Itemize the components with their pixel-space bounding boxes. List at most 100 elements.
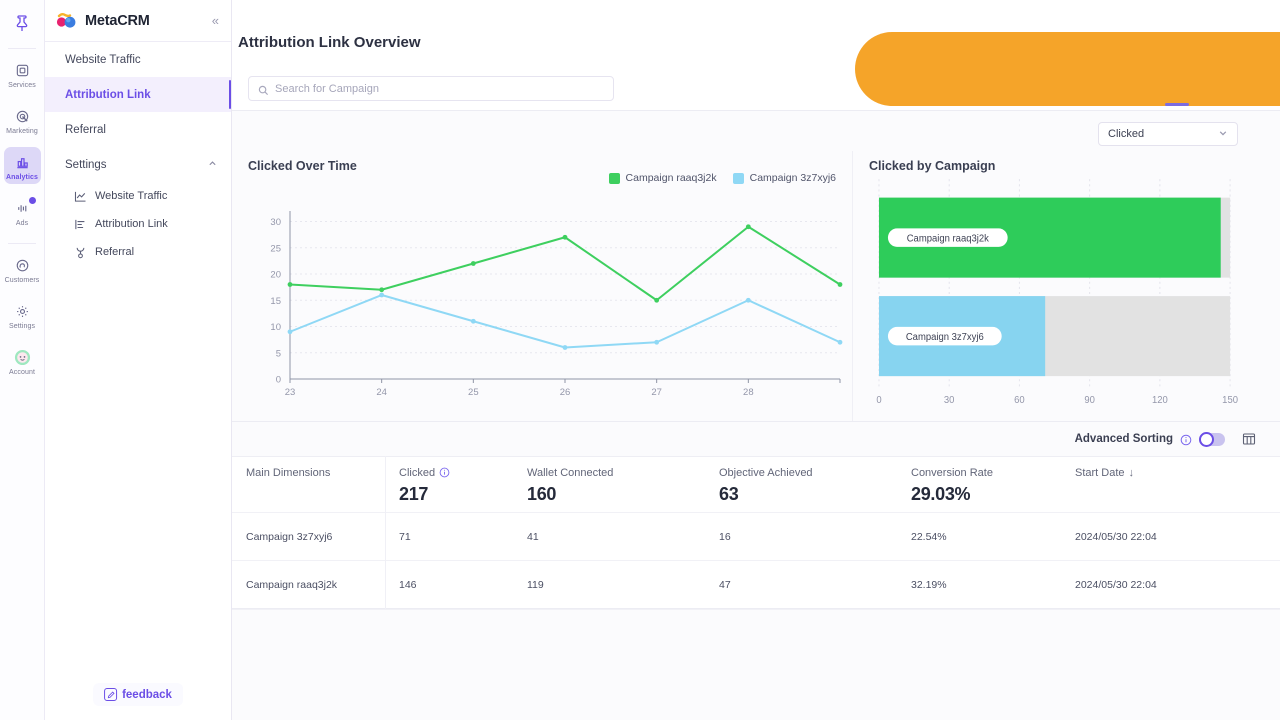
table-header-cell-start-date[interactable]: Start Date ↓ xyxy=(1061,457,1280,512)
analytics-bar-icon xyxy=(13,153,32,172)
svg-text:90: 90 xyxy=(1084,395,1095,406)
svg-text:15: 15 xyxy=(270,296,281,307)
columns-table-icon[interactable] xyxy=(1242,432,1256,446)
rail-divider-2 xyxy=(8,243,36,244)
app-root: Services Marketing Analytics Ads Custome… xyxy=(0,0,1280,720)
sidebar: MetaCRM « Website Traffic Attribution Li… xyxy=(45,0,232,720)
legend-item-0[interactable]: Campaign raaq3j2k xyxy=(608,172,717,184)
search-campaign-box[interactable] xyxy=(248,76,614,101)
table-header-cell-conversion[interactable]: Conversion Rate 29.03% xyxy=(897,457,1061,512)
svg-text:150: 150 xyxy=(1222,395,1238,406)
analytics-panel: Clicked Clicked Over Time Campaign raaq3… xyxy=(232,110,1280,720)
metric-select-row: Clicked xyxy=(232,111,1280,151)
column-label: Start Date xyxy=(1075,467,1125,479)
brand-name: MetaCRM xyxy=(85,12,150,29)
line-chart-legend: Campaign raaq3j2k Campaign 3z7xyj6 xyxy=(608,172,836,184)
rail-logo-icon[interactable] xyxy=(8,8,36,40)
sidebar-subitem-label: Referral xyxy=(95,246,135,258)
promo-banner[interactable] xyxy=(855,32,1280,106)
bar-chart-plot: 0 30 60 90 120 150 Campaign raaq3j2k Campaign 3… xyxy=(869,173,1264,411)
svg-text:10: 10 xyxy=(270,322,281,333)
sidebar-group-settings[interactable]: Settings xyxy=(45,147,231,182)
svg-text:27: 27 xyxy=(651,387,662,398)
column-label: Wallet Connected xyxy=(527,467,614,479)
svg-text:Campaign 3z7xyj6: Campaign 3z7xyj6 xyxy=(906,332,984,343)
column-total: 63 xyxy=(719,484,739,504)
arrow-down-icon[interactable]: ↓ xyxy=(1129,467,1135,479)
svg-text:30: 30 xyxy=(944,395,955,406)
table-bottom-divider xyxy=(232,608,1280,609)
column-total: 29.03% xyxy=(911,484,971,504)
advanced-sorting-toggle[interactable] xyxy=(1199,431,1225,447)
rail-item-ads[interactable]: Ads xyxy=(4,193,41,230)
rail-label: Marketing xyxy=(6,128,38,135)
legend-swatch xyxy=(608,172,620,184)
info-circle-icon[interactable] xyxy=(439,467,451,479)
bar-chart-icon xyxy=(74,218,87,231)
settings-gear-icon xyxy=(13,302,32,321)
advanced-sorting-bar: Advanced Sorting xyxy=(232,422,1280,456)
cell-objective: 47 xyxy=(719,578,731,591)
rail-item-settings[interactable]: Settings xyxy=(4,296,41,333)
metric-select-value: Clicked xyxy=(1108,128,1145,140)
cell-objective: 16 xyxy=(719,530,731,543)
rail-label: Services xyxy=(8,82,36,89)
chevron-up-icon[interactable] xyxy=(208,159,217,170)
services-icon xyxy=(13,61,32,80)
svg-text:24: 24 xyxy=(376,387,387,398)
sidebar-item-attribution-link[interactable]: Attribution Link xyxy=(45,77,231,112)
svg-text:0: 0 xyxy=(876,395,881,406)
legend-swatch xyxy=(732,172,744,184)
rail-item-customers[interactable]: Customers xyxy=(4,250,41,287)
svg-text:30: 30 xyxy=(270,217,281,228)
chevron-down-icon[interactable] xyxy=(1218,128,1228,141)
info-circle-icon[interactable] xyxy=(1180,433,1192,446)
legend-item-1[interactable]: Campaign 3z7xyj6 xyxy=(732,172,836,184)
rail-item-account[interactable]: Account xyxy=(4,342,41,379)
sidebar-item-label: Referral xyxy=(65,123,106,136)
feedback-button[interactable]: feedback xyxy=(93,683,183,706)
svg-text:20: 20 xyxy=(270,270,281,281)
search-input[interactable] xyxy=(275,82,604,95)
rail-label: Account xyxy=(9,369,35,376)
banner-indicator xyxy=(1165,103,1189,106)
metacrm-logo-icon xyxy=(55,12,81,30)
bar-chart-title: Clicked by Campaign xyxy=(869,159,996,173)
legend-label: Campaign 3z7xyj6 xyxy=(749,172,836,184)
attribution-table: Main Dimensions Clicked 217 Wallet Conne… xyxy=(232,456,1280,609)
main-content: Attribution Link Overview Clicked xyxy=(232,0,1280,720)
sidebar-group-label: Settings xyxy=(65,158,107,171)
table-row[interactable]: Campaign 3z7xyj6 71 41 16 22.54% 2024/05… xyxy=(232,512,1280,560)
svg-text:0: 0 xyxy=(276,375,281,386)
legend-label: Campaign raaq3j2k xyxy=(625,172,717,184)
cell-start-date: 2024/05/30 22:04 xyxy=(1075,530,1157,543)
customers-icon xyxy=(13,256,32,275)
svg-text:25: 25 xyxy=(270,243,281,254)
svg-text:25: 25 xyxy=(468,387,479,398)
rail-item-marketing[interactable]: Marketing xyxy=(4,101,41,138)
svg-text:23: 23 xyxy=(285,387,296,398)
rail-item-services[interactable]: Services xyxy=(4,55,41,92)
line-chart-icon xyxy=(74,190,87,203)
svg-text:60: 60 xyxy=(1014,395,1025,406)
sidebar-item-label: Attribution Link xyxy=(65,88,151,101)
toggle-knob xyxy=(1199,431,1214,447)
metric-select[interactable]: Clicked xyxy=(1098,122,1238,146)
sidebar-subitem-website-traffic[interactable]: Website Traffic xyxy=(45,182,231,210)
award-medal-icon xyxy=(74,246,87,259)
rail-item-analytics[interactable]: Analytics xyxy=(3,147,41,184)
chevron-double-left-icon[interactable]: « xyxy=(212,14,219,27)
cell-conversion: 32.19% xyxy=(911,578,947,591)
table-header-cell-clicked[interactable]: Clicked 217 xyxy=(385,457,513,512)
sidebar-subitem-referral[interactable]: Referral xyxy=(45,238,231,266)
table-row[interactable]: Campaign raaq3j2k 146 119 47 32.19% 2024… xyxy=(232,560,1280,608)
sidebar-item-website-traffic[interactable]: Website Traffic xyxy=(45,42,231,77)
table-header-cell-dimension: Main Dimensions xyxy=(232,457,385,512)
table-header-cell-objective[interactable]: Objective Achieved 63 xyxy=(705,457,897,512)
rail-label: Settings xyxy=(8,323,36,330)
svg-text:Campaign raaq3j2k: Campaign raaq3j2k xyxy=(907,233,989,244)
column-label: Clicked xyxy=(399,467,436,479)
sidebar-item-referral[interactable]: Referral xyxy=(45,112,231,147)
table-header-cell-wallet[interactable]: Wallet Connected 160 xyxy=(513,457,705,512)
sidebar-subitem-attribution-link[interactable]: Attribution Link xyxy=(45,210,231,238)
